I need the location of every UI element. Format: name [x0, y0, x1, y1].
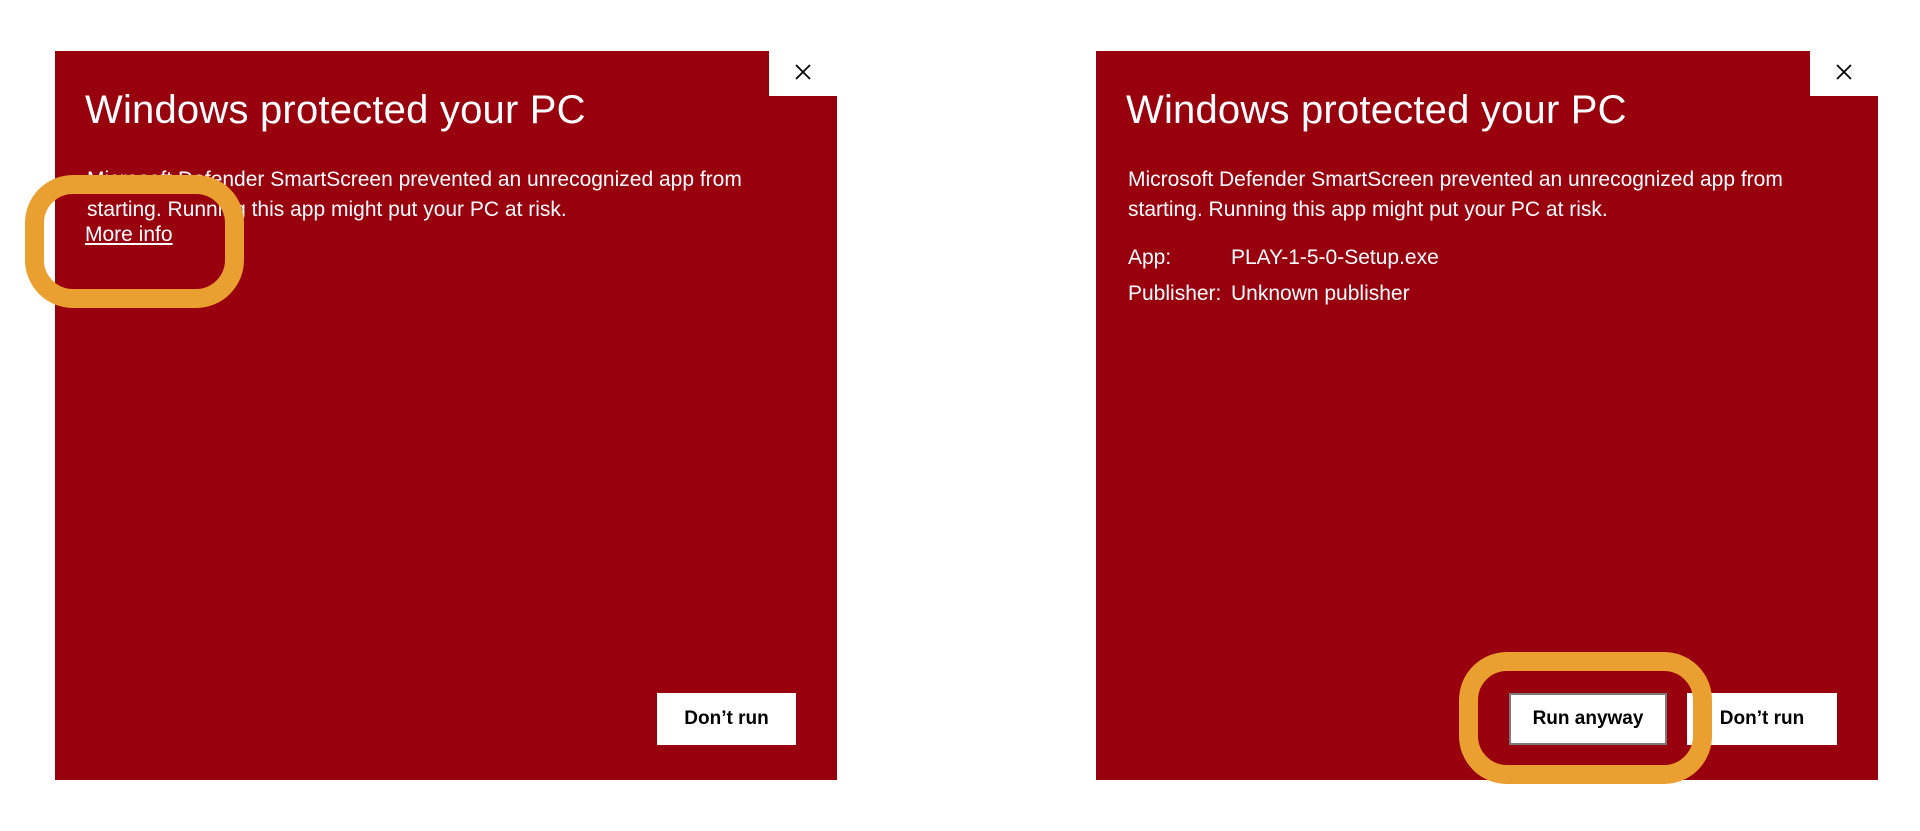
close-icon	[794, 63, 812, 84]
close-button[interactable]	[1810, 51, 1878, 96]
close-icon	[1835, 63, 1853, 84]
more-info-link[interactable]: More info	[85, 223, 173, 247]
dialog-title: Windows protected your PC	[85, 88, 586, 132]
dont-run-button[interactable]: Don’t run	[1687, 693, 1837, 745]
dialog-message: Microsoft Defender SmartScreen prevented…	[1128, 168, 1783, 221]
dialog-title: Windows protected your PC	[1126, 88, 1627, 132]
publisher-key: Publisher:	[1128, 282, 1222, 305]
close-button[interactable]	[769, 51, 837, 96]
smartscreen-dialog-expanded: Windows protected your PC Microsoft Defe…	[1096, 51, 1878, 780]
app-row: App: PLAY-1-5-0-Setup.exe	[1128, 240, 1439, 276]
publisher-row: Publisher: Unknown publisher	[1128, 276, 1439, 312]
dialog-message: Microsoft Defender SmartScreen prevented…	[87, 168, 742, 221]
run-anyway-button[interactable]: Run anyway	[1509, 693, 1667, 745]
smartscreen-dialog-collapsed: Windows protected your PC Microsoft Defe…	[55, 51, 837, 780]
app-key: App:	[1128, 246, 1172, 269]
app-details: App: PLAY-1-5-0-Setup.exe Publisher: Unk…	[1128, 240, 1439, 312]
app-value: PLAY-1-5-0-Setup.exe	[1231, 246, 1439, 269]
dont-run-button[interactable]: Don’t run	[657, 693, 796, 745]
publisher-value: Unknown publisher	[1231, 282, 1410, 305]
